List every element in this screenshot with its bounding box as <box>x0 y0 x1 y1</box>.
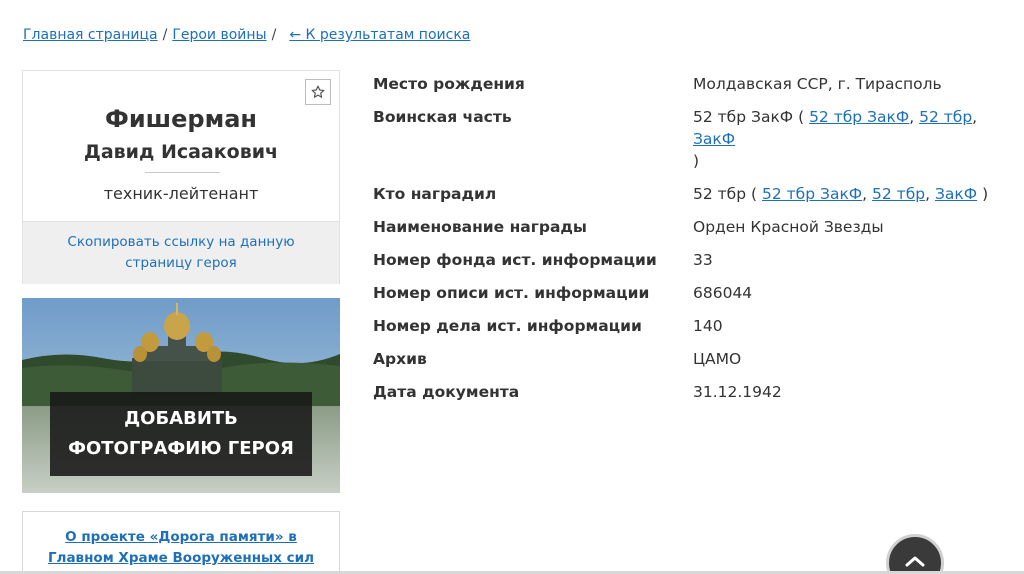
hero-card: Фишерман Давид Исаакович техник-лейтенан… <box>22 70 340 284</box>
breadcrumb-separator: / <box>162 27 168 43</box>
info-value: 31.12.1942 <box>693 383 782 401</box>
breadcrumb-separator: / <box>271 27 277 43</box>
chevron-up-icon <box>905 556 925 567</box>
info-row-award: Наименование награды Орден Красной Звезд… <box>373 215 1013 239</box>
info-row-fond: Номер фонда ист. информации 33 <box>373 248 1013 272</box>
hero-info-table: Место рождения Молдавская ССР, г. Тирасп… <box>373 72 1013 413</box>
unit-prefix: 52 тбр ЗакФ ( <box>693 108 805 126</box>
info-row-date: Дата документа 31.12.1942 <box>373 380 1013 404</box>
breadcrumb-home-link[interactable]: Главная страница <box>23 27 158 43</box>
info-label: Место рождения <box>373 75 525 93</box>
info-label: Номер фонда ист. информации <box>373 251 657 269</box>
scroll-to-top-button[interactable] <box>886 534 944 574</box>
info-label: Кто наградил <box>373 185 497 203</box>
unit-link-52-tbr[interactable]: 52 тбр <box>919 108 972 126</box>
awarded-by-prefix: 52 тбр ( <box>693 185 758 203</box>
info-label: Архив <box>373 350 427 368</box>
info-row-birthplace: Место рождения Молдавская ССР, г. Тирасп… <box>373 72 1013 96</box>
info-value: 52 тбр ( 52 тбр ЗакФ, 52 тбр, ЗакФ ) <box>693 183 1013 205</box>
info-label: Дата документа <box>373 383 520 401</box>
info-row-awarded-by: Кто наградил 52 тбр ( 52 тбр ЗакФ, 52 тб… <box>373 182 1013 206</box>
breadcrumb-heroes-link[interactable]: Герои войны <box>172 27 266 43</box>
info-value: Орден Красной Звезды <box>693 218 884 236</box>
comma: , <box>972 108 978 126</box>
info-label: Номер дела ист. информации <box>373 317 642 335</box>
info-value: 686044 <box>693 284 753 302</box>
comma: , <box>925 185 931 203</box>
comma: , <box>909 108 915 126</box>
add-photo-card[interactable]: ДОБАВИТЬ ФОТОГРАФИЮ ГЕРОЯ <box>22 298 340 493</box>
hero-surname: Фишерман <box>105 105 257 133</box>
info-value: 33 <box>693 251 713 269</box>
star-outline-icon <box>311 85 325 98</box>
info-row-opis: Номер описи ист. информации 686044 <box>373 281 1013 305</box>
info-row-unit: Воинская часть 52 тбр ЗакФ ( 52 тбр ЗакФ… <box>373 105 1013 173</box>
unit-link-zakf[interactable]: ЗакФ <box>693 130 735 148</box>
copy-page-link-button[interactable]: Скопировать ссылку на данную страницу ге… <box>23 221 339 284</box>
info-value: 140 <box>693 317 723 335</box>
awarded-by-link-52-tbr-zakf[interactable]: 52 тбр ЗакФ <box>762 185 862 203</box>
info-label: Номер описи ист. информации <box>373 284 650 302</box>
about-project-link[interactable]: О проекте «Дорога памяти» в Главном Храм… <box>22 511 340 574</box>
info-label: Воинская часть <box>373 108 512 126</box>
back-to-results-link[interactable]: ← К результатам поиска <box>289 27 470 43</box>
info-label: Наименование награды <box>373 218 587 236</box>
info-value: ЦАМО <box>693 350 742 368</box>
hero-given-name: Давид Исаакович <box>83 141 279 163</box>
breadcrumb: Главная страница / Герои войны / ← К результ… <box>23 27 470 43</box>
add-photo-button[interactable]: ДОБАВИТЬ ФОТОГРАФИЮ ГЕРОЯ <box>50 392 312 476</box>
info-row-archive: Архив ЦАМО <box>373 347 1013 371</box>
awarded-by-link-zakf[interactable]: ЗакФ <box>935 185 977 203</box>
unit-suffix: ) <box>693 152 700 170</box>
unit-link-52-tbr-zakf[interactable]: 52 тбр ЗакФ <box>809 108 909 126</box>
info-value: 52 тбр ЗакФ ( 52 тбр ЗакФ, 52 тбр, ЗакФ … <box>693 106 1013 172</box>
hero-divider <box>145 172 220 173</box>
awarded-by-link-52-tbr[interactable]: 52 тбр <box>872 185 925 203</box>
hero-rank: техник-лейтенант <box>103 184 259 203</box>
favorite-button[interactable] <box>305 79 331 105</box>
comma: , <box>862 185 868 203</box>
info-row-delo: Номер дела ист. информации 140 <box>373 314 1013 338</box>
info-value: Молдавская ССР, г. Тирасполь <box>693 75 942 93</box>
awarded-by-suffix: ) <box>982 185 989 203</box>
